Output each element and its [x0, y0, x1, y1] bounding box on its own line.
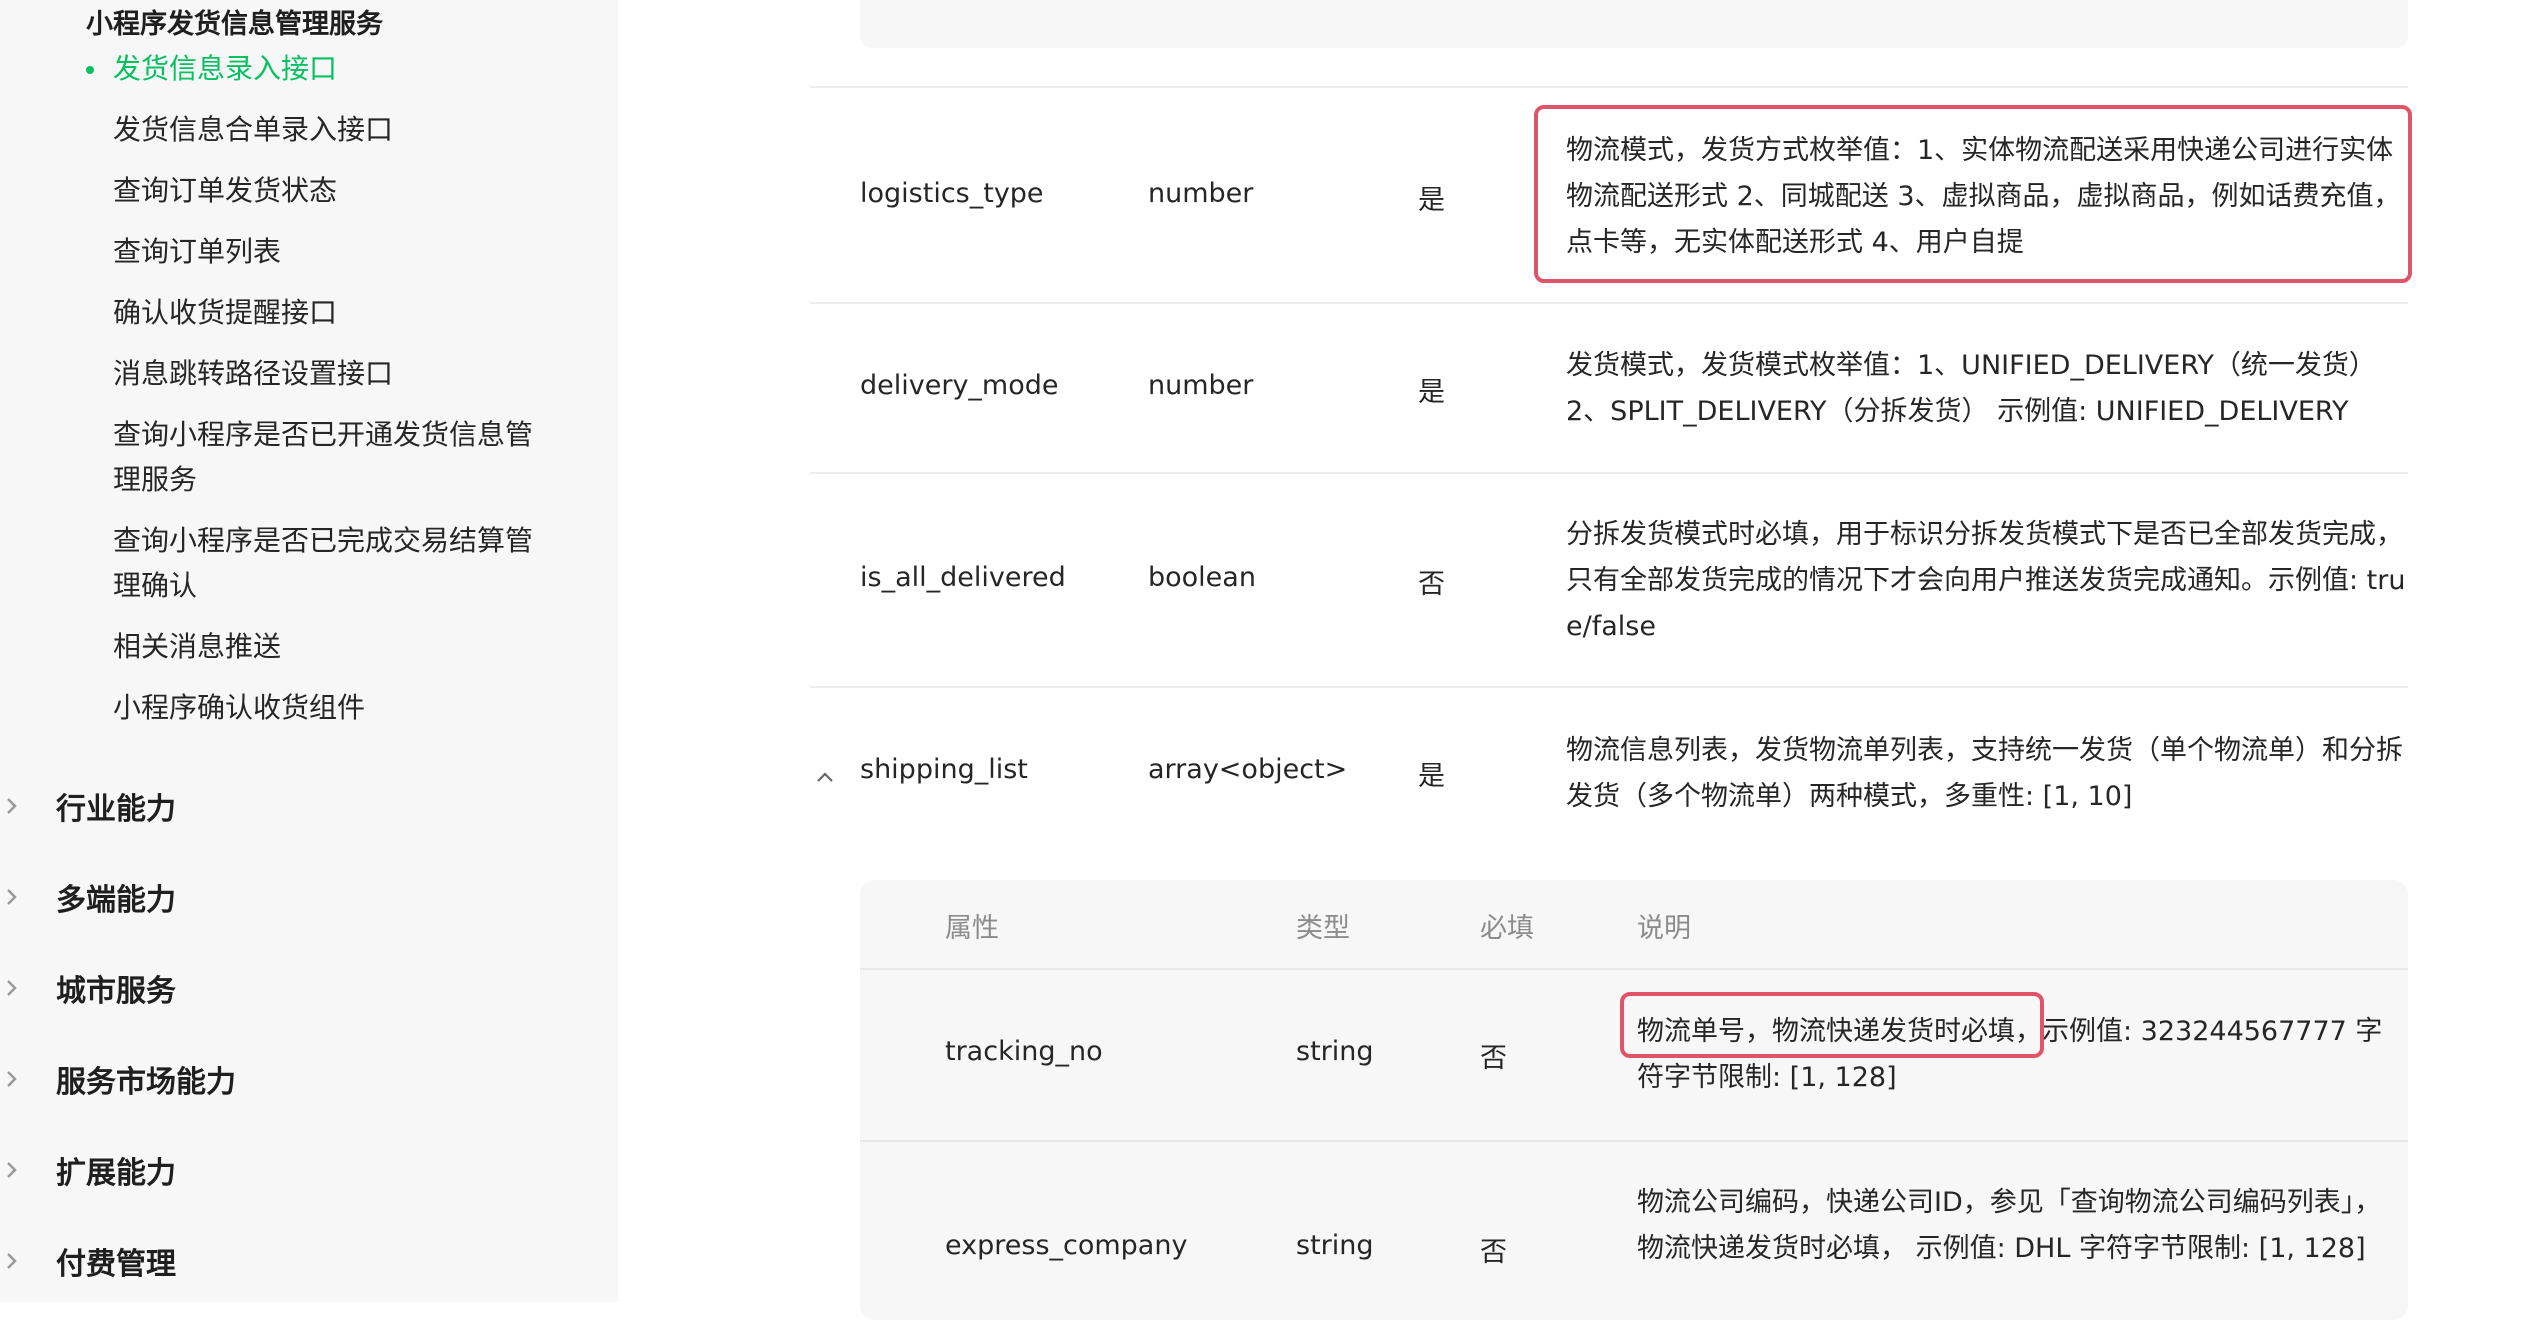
- sidebar-category-city-service[interactable]: 城市服务: [0, 958, 560, 1018]
- sidebar-category-industry[interactable]: 行业能力: [0, 776, 560, 836]
- sidebar-item-message-jump-path[interactable]: 消息跳转路径设置接口: [113, 351, 553, 396]
- chevron-right-icon: [7, 1071, 17, 1087]
- row-divider: [810, 86, 2408, 88]
- param-type: string: [1296, 1230, 1374, 1261]
- param-required: 否: [1480, 1237, 1507, 1268]
- param-name: shipping_list: [860, 754, 1028, 785]
- row-divider: [860, 968, 2408, 970]
- sidebar-item-receipt-component[interactable]: 小程序确认收货组件: [113, 685, 553, 730]
- param-name: tracking_no: [945, 1036, 1103, 1067]
- sidebar-item-combined-delivery-entry[interactable]: 发货信息合单录入接口: [113, 107, 553, 152]
- chevron-right-icon: [7, 1162, 17, 1178]
- sidebar-nav: 小程序发货信息管理服务 发货信息录入接口 发货信息合单录入接口 查询订单发货状态…: [0, 0, 618, 1302]
- param-name: express_company: [945, 1230, 1188, 1261]
- sidebar-category-extension[interactable]: 扩展能力: [0, 1140, 560, 1200]
- param-required: 是: [1418, 185, 1445, 216]
- param-description: 物流信息列表，发货物流单列表，支持统一发货（单个物流单）和分拆发货（多个物流单）…: [1566, 735, 2403, 812]
- row-divider: [810, 472, 2408, 474]
- sidebar-item-receipt-reminder[interactable]: 确认收货提醒接口: [113, 290, 553, 335]
- param-required: 是: [1418, 761, 1445, 792]
- sidebar-category-payment[interactable]: 付费管理: [0, 1231, 560, 1291]
- param-description: 发货模式，发货模式枚举值：1、UNIFIED_DELIVERY（统一发货）2、S…: [1566, 350, 2376, 427]
- param-type: boolean: [1148, 562, 1256, 593]
- chevron-right-icon: [7, 980, 17, 996]
- chevron-right-icon: [7, 889, 17, 905]
- param-type: array<object>: [1148, 754, 1348, 785]
- chevron-up-icon[interactable]: [814, 766, 836, 788]
- param-name: logistics_type: [860, 178, 1044, 209]
- subtable-header-type: 类型: [1296, 913, 1350, 944]
- param-type: number: [1148, 178, 1254, 209]
- sidebar-category-service-market[interactable]: 服务市场能力: [0, 1049, 560, 1109]
- chevron-right-icon: [7, 798, 17, 814]
- highlight-box: [1620, 992, 2044, 1058]
- sidebar-category-label: 城市服务: [56, 974, 176, 1009]
- param-description: 分拆发货模式时必填，用于标识分拆发货模式下是否已全部发货完成，只有全部发货完成的…: [1566, 519, 2406, 642]
- previous-row-block: [860, 0, 2408, 48]
- sidebar-item-order-delivery-status[interactable]: 查询订单发货状态: [113, 168, 553, 213]
- sidebar-category-label: 多端能力: [56, 883, 176, 918]
- sidebar-category-multi-platform[interactable]: 多端能力: [0, 867, 560, 927]
- chevron-right-icon: [7, 1253, 17, 1269]
- row-divider: [810, 686, 2408, 688]
- sidebar-item-settlement-confirm-query[interactable]: 查询小程序是否已完成交易结算管理确认: [113, 518, 553, 608]
- sidebar-category-label: 扩展能力: [56, 1156, 176, 1191]
- sidebar-item-service-opened-query[interactable]: 查询小程序是否已开通发货信息管理服务: [113, 412, 553, 502]
- param-type: number: [1148, 370, 1254, 401]
- sidebar-section-title[interactable]: 小程序发货信息管理服务: [86, 2, 383, 41]
- active-item-bullet: [86, 66, 94, 74]
- param-type: string: [1296, 1036, 1374, 1067]
- row-divider: [810, 302, 2408, 304]
- subtable-header-name: 属性: [945, 913, 999, 944]
- highlight-box: [1534, 105, 2412, 283]
- param-description: 物流公司编码，快递公司ID，参见「查询物流公司编码列表」，物流快递发货时必填， …: [1637, 1187, 2382, 1264]
- sidebar-item-order-list[interactable]: 查询订单列表: [113, 229, 553, 274]
- param-required: 否: [1418, 569, 1445, 600]
- sidebar-item-message-push[interactable]: 相关消息推送: [113, 624, 553, 669]
- param-name: is_all_delivered: [860, 562, 1066, 593]
- param-required: 否: [1480, 1043, 1507, 1074]
- sidebar-category-label: 服务市场能力: [56, 1065, 236, 1100]
- param-name: delivery_mode: [860, 370, 1059, 401]
- subtable-header-description: 说明: [1637, 913, 1691, 944]
- row-divider: [860, 1140, 2408, 1142]
- sidebar-category-label: 行业能力: [56, 792, 176, 827]
- sidebar-category-label: 付费管理: [56, 1247, 176, 1282]
- sidebar-item-delivery-info-entry[interactable]: 发货信息录入接口: [113, 46, 553, 91]
- param-required: 是: [1418, 377, 1445, 408]
- subtable-header-required: 必填: [1480, 913, 1534, 944]
